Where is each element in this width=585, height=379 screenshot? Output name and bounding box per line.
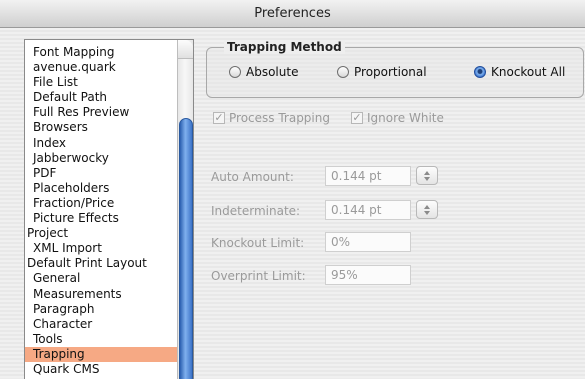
radio-off-icon bbox=[229, 66, 241, 78]
category-item[interactable]: Picture Effects bbox=[25, 211, 178, 226]
indeterminate-label: Indeterminate: bbox=[211, 204, 301, 218]
list-scrollbar[interactable] bbox=[177, 40, 193, 379]
auto-amount-label: Auto Amount: bbox=[211, 170, 294, 184]
category-item[interactable]: Fraction/Price bbox=[25, 196, 178, 211]
category-item[interactable]: Quark CMS bbox=[25, 362, 178, 377]
trapping-method-title: Trapping Method bbox=[224, 40, 345, 54]
category-item[interactable]: Paragraph bbox=[25, 302, 178, 317]
category-item[interactable]: Placeholders bbox=[25, 181, 178, 196]
ignore-white-label: Ignore White bbox=[367, 111, 444, 125]
auto-amount-input[interactable]: 0.144 pt bbox=[325, 166, 411, 186]
category-item[interactable]: Measurements bbox=[25, 287, 178, 302]
category-item[interactable]: Default Print Layout bbox=[25, 256, 178, 271]
category-item[interactable]: File List bbox=[25, 75, 178, 90]
category-item[interactable]: Font Mapping bbox=[25, 45, 178, 60]
category-items: Font Mapping avenue.quark File List Defa… bbox=[25, 45, 178, 377]
process-trapping-label: Process Trapping bbox=[229, 111, 330, 125]
category-item[interactable]: Default Path bbox=[25, 90, 178, 105]
category-item[interactable]: General bbox=[25, 271, 178, 286]
category-item[interactable]: Index bbox=[25, 136, 178, 151]
auto-amount-stepper[interactable] bbox=[416, 166, 438, 185]
scroll-up-arrow-icon[interactable] bbox=[178, 40, 193, 59]
stepper-up-icon bbox=[424, 171, 430, 175]
preferences-window: Preferences Font Mapping avenue.quark Fi… bbox=[0, 0, 585, 379]
overprint-limit-input[interactable]: 95% bbox=[325, 265, 411, 285]
category-item[interactable]: Project bbox=[25, 226, 178, 241]
category-item[interactable]: PDF bbox=[25, 166, 178, 181]
stepper-up-icon bbox=[424, 205, 430, 209]
knockout-limit-input[interactable]: 0% bbox=[325, 232, 411, 252]
ignore-white-checkbox[interactable]: ✓ Ignore White bbox=[351, 110, 444, 126]
category-item[interactable]: Browsers bbox=[25, 120, 178, 135]
radio-absolute[interactable]: Absolute bbox=[229, 64, 298, 80]
stepper-down-icon bbox=[424, 177, 430, 181]
category-item[interactable]: avenue.quark bbox=[25, 60, 178, 75]
overprint-limit-label: Overprint Limit: bbox=[211, 269, 306, 283]
radio-knockout-all[interactable]: Knockout All bbox=[474, 64, 565, 80]
radio-off-icon bbox=[337, 66, 349, 78]
indeterminate-input[interactable]: 0.144 pt bbox=[325, 200, 411, 220]
knockout-limit-label: Knockout Limit: bbox=[211, 236, 305, 250]
radio-on-icon bbox=[474, 66, 486, 78]
process-trapping-checkbox[interactable]: ✓ Process Trapping bbox=[213, 110, 330, 126]
radio-absolute-label: Absolute bbox=[246, 65, 299, 79]
checkmark-icon: ✓ bbox=[213, 111, 225, 124]
category-item[interactable]: Full Res Preview bbox=[25, 105, 178, 120]
radio-proportional-label: Proportional bbox=[354, 65, 427, 79]
preferences-category-list[interactable]: Font Mapping avenue.quark File List Defa… bbox=[24, 39, 194, 379]
radio-proportional[interactable]: Proportional bbox=[337, 64, 427, 80]
category-item[interactable]: Character bbox=[25, 317, 178, 332]
window-title: Preferences bbox=[0, 0, 585, 28]
category-item[interactable]: XML Import bbox=[25, 241, 178, 256]
scroll-thumb[interactable] bbox=[179, 118, 193, 379]
radio-knockout-all-label: Knockout All bbox=[491, 65, 566, 79]
stepper-down-icon bbox=[424, 211, 430, 215]
category-item-selected[interactable]: Trapping bbox=[25, 346, 178, 362]
checkmark-icon: ✓ bbox=[351, 111, 363, 124]
category-item[interactable]: Tools bbox=[25, 332, 178, 347]
category-item[interactable]: Jabberwocky bbox=[25, 151, 178, 166]
indeterminate-stepper[interactable] bbox=[416, 200, 438, 219]
